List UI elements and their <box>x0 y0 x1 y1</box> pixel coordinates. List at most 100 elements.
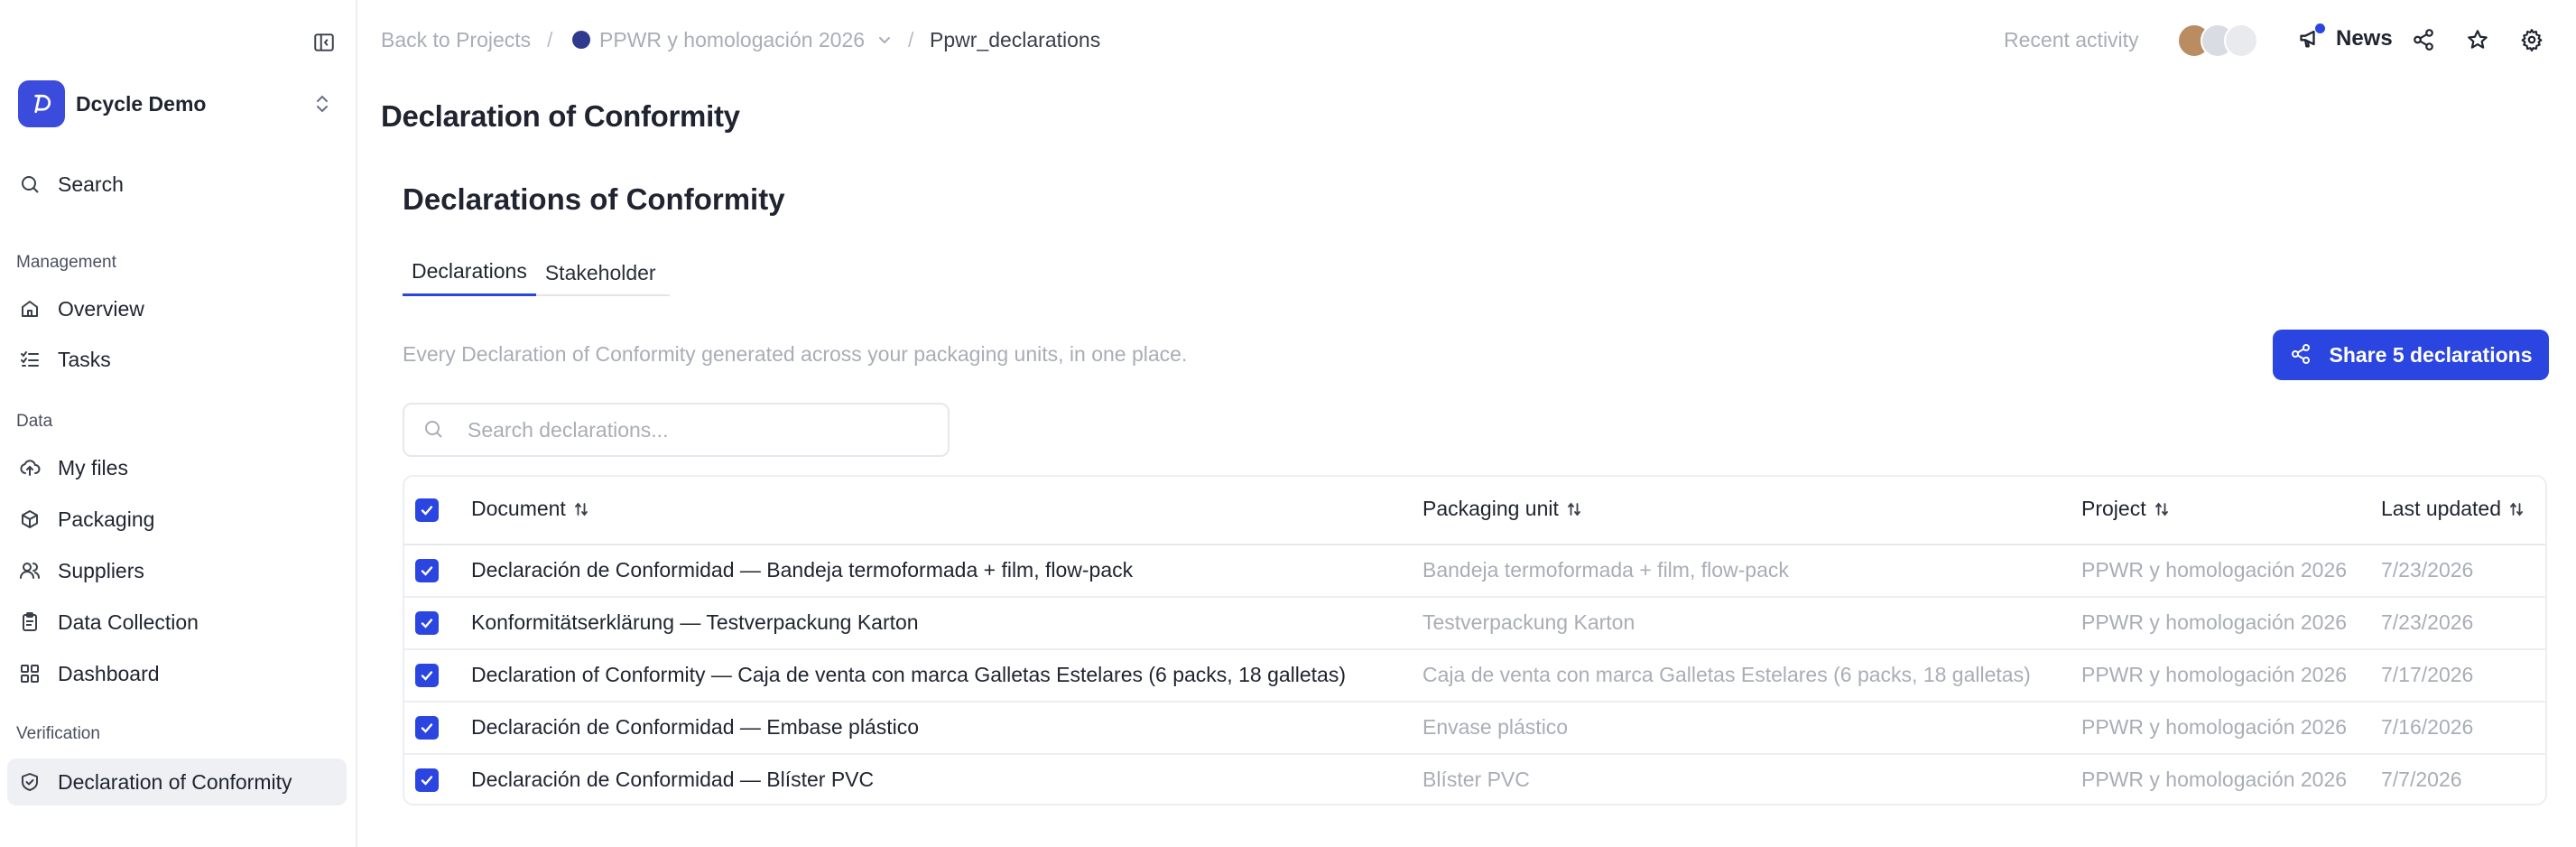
package-icon <box>18 507 42 531</box>
sidebar-section-title: Data <box>16 412 53 431</box>
last-updated: 7/16/2026 <box>2381 715 2474 739</box>
table-row[interactable]: Konformitätserklärung — Testverpackung K… <box>404 598 2545 650</box>
packaging-unit: Bandeja termoformada + film, flow-pack <box>1422 558 1789 582</box>
column-header-packaging-unit[interactable]: Packaging unit <box>1422 497 1582 521</box>
page-description: Every Declaration of Conformity generate… <box>403 342 1188 366</box>
sidebar-item-data-collection[interactable]: Data Collection <box>7 599 347 646</box>
breadcrumb-back-link[interactable]: Back to Projects <box>381 28 531 52</box>
sidebar-item-label: Dashboard <box>58 661 160 685</box>
last-updated: 7/23/2026 <box>2381 610 2474 634</box>
sidebar-section-title: Management <box>16 253 116 272</box>
topbar: Back to Projects / PPWR y homologación 2… <box>357 0 2576 83</box>
shield-check-icon <box>18 770 42 794</box>
project-name: PPWR y homologación 2026 <box>2081 715 2348 739</box>
sort-icon <box>574 502 588 516</box>
sidebar: Dcycle Demo Search Management Overview T… <box>0 0 357 847</box>
workspace-switcher[interactable]: Dcycle Demo <box>18 79 339 128</box>
sidebar-item-packaging[interactable]: Packaging <box>7 496 347 543</box>
document-name[interactable]: Declaración de Conformidad — Embase plás… <box>471 715 919 740</box>
packaging-unit: Blíster PVC <box>1422 768 1530 791</box>
breadcrumb-project-link[interactable]: PPWR y homologación 2026 <box>599 28 865 52</box>
search-box <box>403 403 950 457</box>
column-header-project[interactable]: Project <box>2081 497 2170 521</box>
table-row[interactable]: Declaration of Conformity — Caja de vent… <box>404 650 2545 703</box>
star-icon[interactable] <box>2466 28 2491 53</box>
project-dot-icon <box>572 31 590 49</box>
sort-icon <box>2154 502 2168 516</box>
document-name[interactable]: Konformitätserklärung — Testverpackung K… <box>471 610 919 635</box>
news-button[interactable]: News <box>2298 23 2393 52</box>
table-row[interactable]: Declaración de Conformidad — Blíster PVC… <box>404 755 2545 804</box>
sidebar-section-title: Verification <box>16 724 100 743</box>
sidebar-item-label: Packaging <box>58 507 155 531</box>
sort-icon <box>1567 502 1580 516</box>
sidebar-item-label: Suppliers <box>58 558 144 582</box>
gear-icon[interactable] <box>2520 28 2545 53</box>
last-updated: 7/17/2026 <box>2381 663 2474 686</box>
main-content: Back to Projects / PPWR y homologación 2… <box>357 0 2576 847</box>
breadcrumb-current: Ppwr_declarations <box>930 28 1101 51</box>
sidebar-item-label: Data Collection <box>58 610 199 634</box>
select-all-checkbox[interactable] <box>415 498 439 522</box>
sidebar-item-my-files[interactable]: My files <box>7 444 347 491</box>
collaborator-avatars[interactable] <box>2177 23 2267 60</box>
table-header: Document Packaging unit Project Last upd… <box>404 477 2545 545</box>
sidebar-item-dashboard[interactable]: Dashboard <box>7 650 347 697</box>
avatar <box>2224 23 2258 58</box>
recent-activity-link[interactable]: Recent activity <box>2004 28 2139 52</box>
project-name: PPWR y homologación 2026 <box>2081 610 2348 634</box>
project-name: PPWR y homologación 2026 <box>2081 558 2348 582</box>
workspace-name: Dcycle Demo <box>76 91 207 116</box>
document-name[interactable]: Declaración de Conformidad — Bandeja ter… <box>471 558 1133 582</box>
last-updated: 7/7/2026 <box>2381 768 2462 791</box>
tab-declarations[interactable]: Declarations <box>403 249 536 296</box>
tasks-icon <box>18 348 42 371</box>
search-icon <box>18 172 42 196</box>
sidebar-item-label: Tasks <box>58 347 111 371</box>
tab-bar: Declarations Stakeholder <box>403 249 670 296</box>
sidebar-item-label: My files <box>58 455 128 479</box>
row-checkbox[interactable] <box>415 664 439 687</box>
row-checkbox[interactable] <box>415 716 439 740</box>
table-row[interactable]: Declaración de Conformidad — Embase plás… <box>404 703 2545 755</box>
row-checkbox[interactable] <box>415 559 439 582</box>
column-header-last-updated[interactable]: Last updated <box>2381 497 2525 521</box>
sidebar-item-label: Declaration of Conformity <box>58 769 292 794</box>
breadcrumb-separator: / <box>908 28 914 51</box>
row-checkbox[interactable] <box>415 768 439 792</box>
project-name: PPWR y homologación 2026 <box>2081 663 2348 686</box>
search-input[interactable] <box>468 417 919 442</box>
project-name: PPWR y homologación 2026 <box>2081 768 2348 791</box>
page-title: Declaration of Conformity <box>381 99 740 133</box>
sidebar-item-search[interactable]: Search <box>7 161 347 208</box>
sidebar-collapse-icon[interactable] <box>312 31 336 54</box>
sidebar-item-overview[interactable]: Overview <box>7 285 347 332</box>
packaging-unit: Testverpackung Karton <box>1422 610 1635 634</box>
document-name[interactable]: Declaration of Conformity — Caja de vent… <box>471 663 1346 687</box>
share-icon[interactable] <box>2412 28 2437 53</box>
notification-dot <box>2315 23 2325 33</box>
section-title: Declarations of Conformity <box>403 182 785 216</box>
chevron-down-icon[interactable] <box>876 31 894 49</box>
home-icon <box>18 297 42 321</box>
breadcrumb-separator: / <box>547 28 553 51</box>
sidebar-item-label: Overview <box>58 296 144 321</box>
share-icon <box>2290 343 2313 367</box>
clipboard-icon <box>18 610 42 634</box>
declarations-table: Document Packaging unit Project Last upd… <box>403 475 2547 805</box>
share-button-label: Share 5 declarations <box>2329 342 2533 367</box>
tab-stakeholder[interactable]: Stakeholder <box>536 249 665 296</box>
packaging-unit: Caja de venta con marca Galletas Estelar… <box>1422 663 2031 686</box>
sidebar-item-suppliers[interactable]: Suppliers <box>7 547 347 594</box>
dashboard-icon <box>18 662 42 685</box>
sidebar-item-declaration-of-conformity[interactable]: Declaration of Conformity <box>7 759 347 805</box>
table-row[interactable]: Declaración de Conformidad — Bandeja ter… <box>404 545 2545 598</box>
document-name[interactable]: Declaración de Conformidad — Blíster PVC <box>471 768 874 792</box>
last-updated: 7/23/2026 <box>2381 558 2474 582</box>
megaphone-icon <box>2298 23 2325 52</box>
share-declarations-button[interactable]: Share 5 declarations <box>2273 330 2549 380</box>
column-header-document[interactable]: Document <box>471 497 589 521</box>
row-checkbox[interactable] <box>415 611 439 635</box>
users-icon <box>18 559 42 582</box>
sidebar-item-tasks[interactable]: Tasks <box>7 336 347 383</box>
